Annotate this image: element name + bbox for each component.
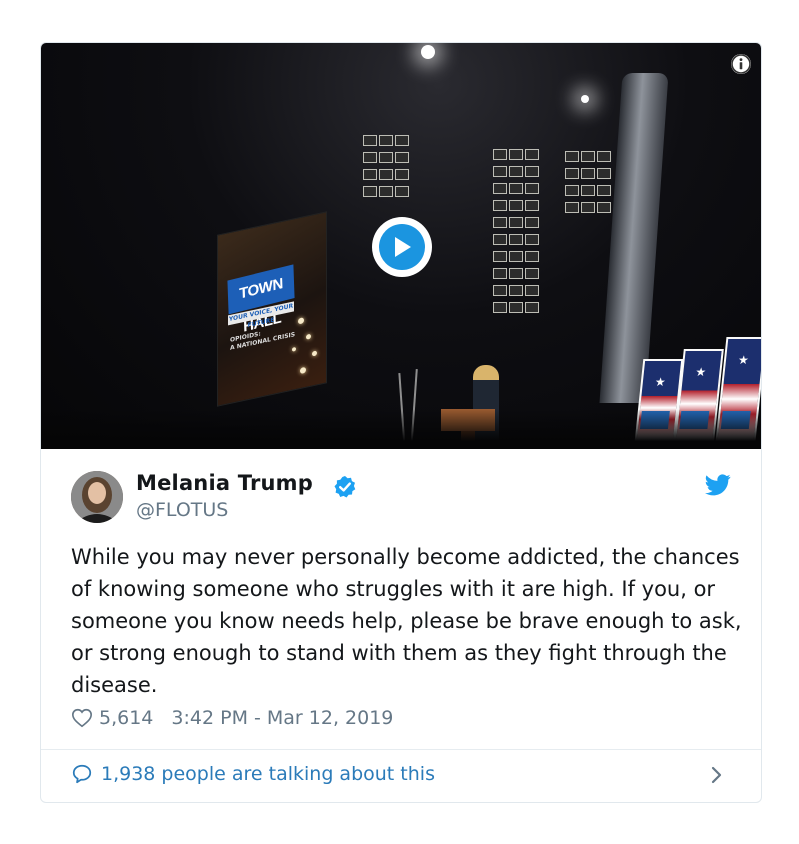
- info-button[interactable]: [731, 54, 751, 74]
- speaker-array: [565, 151, 611, 213]
- reply-bubble-icon: [72, 764, 92, 784]
- heart-icon[interactable]: [71, 707, 93, 729]
- speaker-array: [493, 149, 539, 313]
- twitter-bird-icon[interactable]: [705, 473, 731, 497]
- author-handle[interactable]: @FLOTUS: [136, 499, 228, 521]
- chevron-right-icon[interactable]: [709, 763, 725, 787]
- verified-badge-icon: [334, 476, 356, 498]
- speaker-array: [363, 135, 409, 197]
- divider: [41, 749, 761, 750]
- conversation-link[interactable]: 1,938 people are talking about this: [71, 763, 435, 785]
- play-icon: [395, 237, 411, 257]
- tweet-text: While you may never personally become ad…: [71, 545, 742, 697]
- video-thumbnail[interactable]: TOWN HALL YOUR VOICE, YOUR FUTURE OPIOID…: [41, 43, 761, 449]
- stage-pillar: [599, 73, 669, 403]
- stage-light: [421, 45, 435, 59]
- author-name[interactable]: Melania Trump: [136, 471, 313, 495]
- audience: [41, 409, 761, 449]
- conversation-count: 1,938 people are talking about this: [101, 763, 435, 785]
- stage-screen: TOWN HALL YOUR VOICE, YOUR FUTURE OPIOID…: [217, 211, 327, 407]
- tweet-meta: 5,614 3:42 PM - Mar 12, 2019: [71, 707, 393, 729]
- tweet-embed-card: TOWN HALL YOUR VOICE, YOUR FUTURE OPIOID…: [40, 42, 762, 803]
- like-count[interactable]: 5,614: [99, 707, 153, 729]
- stage-light: [581, 95, 589, 103]
- avatar[interactable]: [71, 471, 123, 523]
- tweet-timestamp[interactable]: 3:42 PM - Mar 12, 2019: [171, 707, 393, 729]
- play-button[interactable]: [372, 217, 432, 277]
- info-icon: [731, 54, 751, 74]
